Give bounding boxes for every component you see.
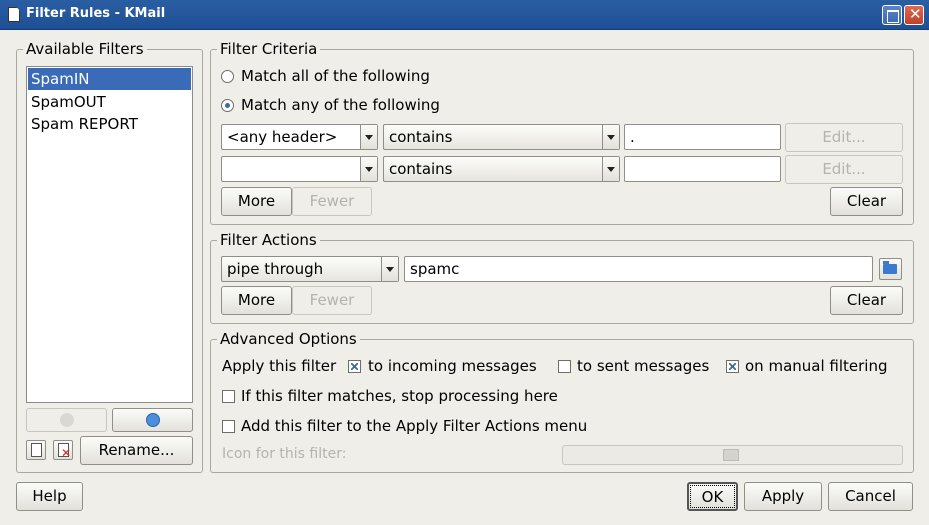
document-icon <box>8 7 20 22</box>
filter-actions-legend: Filter Actions <box>220 231 317 249</box>
icon-picker-button[interactable] <box>562 445 903 465</box>
add-to-menu-label: Add this filter to the Apply Filter Acti… <box>241 417 588 435</box>
filter-criteria-legend: Filter Criteria <box>220 40 318 58</box>
match-all-label: Match all of the following <box>241 67 430 85</box>
chevron-down-icon[interactable] <box>381 257 398 281</box>
match-any-radio[interactable] <box>221 99 234 112</box>
browse-button[interactable] <box>879 258 902 280</box>
incoming-checkbox[interactable] <box>348 360 361 373</box>
move-up-button[interactable] <box>26 408 107 432</box>
stop-processing-checkbox[interactable] <box>222 390 235 403</box>
rule-edit-button[interactable]: Edit... <box>785 123 903 152</box>
rule-edit-button[interactable]: Edit... <box>785 155 903 184</box>
cancel-button[interactable]: Cancel <box>828 482 913 511</box>
rule-field-value: <any header> <box>227 128 338 146</box>
rule-field-combo[interactable] <box>221 156 378 182</box>
incoming-label: to incoming messages <box>368 357 537 375</box>
apply-filter-label: Apply this filter <box>222 357 337 375</box>
criteria-more-button[interactable]: More <box>221 187 292 216</box>
action-type-combo[interactable]: pipe through <box>221 256 399 282</box>
match-all-radio[interactable] <box>221 70 234 83</box>
criteria-clear-button[interactable]: Clear <box>830 187 903 216</box>
chevron-down-icon[interactable] <box>602 125 619 149</box>
actions-clear-button[interactable]: Clear <box>830 286 903 315</box>
title-bar: Filter Rules - KMail ✕ <box>0 0 929 30</box>
ok-button[interactable]: OK <box>687 482 738 511</box>
filter-list[interactable]: SpamIN SpamOUT Spam REPORT <box>26 66 193 403</box>
action-type-value: pipe through <box>227 260 324 278</box>
rule-field-combo[interactable]: <any header> <box>221 124 378 150</box>
help-button[interactable]: Help <box>16 482 83 511</box>
sent-checkbox[interactable] <box>558 360 571 373</box>
move-down-button[interactable] <box>112 408 193 432</box>
filter-list-item[interactable]: SpamOUT <box>27 91 192 113</box>
folder-open-icon <box>883 261 897 274</box>
actions-fewer-button[interactable]: Fewer <box>292 286 372 315</box>
close-window-button[interactable]: ✕ <box>904 5 924 25</box>
arrow-up-icon <box>59 413 74 427</box>
icon-placeholder <box>723 449 739 461</box>
rule-operator-value: contains <box>389 128 453 146</box>
manual-label: on manual filtering <box>745 357 888 375</box>
add-to-menu-checkbox[interactable] <box>222 420 235 433</box>
rename-button[interactable]: Rename... <box>80 436 193 465</box>
filter-list-item[interactable]: Spam REPORT <box>27 113 192 135</box>
chevron-down-icon[interactable] <box>602 157 619 181</box>
sent-label: to sent messages <box>577 357 710 375</box>
icon-label: Icon for this filter: <box>222 446 347 462</box>
new-document-icon <box>31 443 42 457</box>
close-icon: ✕ <box>909 5 922 23</box>
chevron-down-icon[interactable] <box>360 125 377 149</box>
rule-value-input[interactable]: . <box>624 124 781 150</box>
arrow-down-icon <box>145 413 160 427</box>
window-title: Filter Rules - KMail <box>26 6 166 21</box>
match-any-label: Match any of the following <box>241 96 440 114</box>
maximize-button[interactable] <box>882 5 902 25</box>
actions-more-button[interactable]: More <box>221 286 292 315</box>
advanced-options-legend: Advanced Options <box>220 330 357 348</box>
new-filter-button[interactable] <box>26 440 46 460</box>
filter-list-item[interactable]: SpamIN <box>28 68 191 90</box>
rule-operator-combo[interactable]: contains <box>383 124 620 150</box>
available-filters-legend: Available Filters <box>26 40 144 58</box>
rule-operator-combo[interactable]: contains <box>383 156 620 182</box>
chevron-down-icon[interactable] <box>360 157 377 181</box>
criteria-fewer-button[interactable]: Fewer <box>292 187 372 216</box>
stop-processing-label: If this filter matches, stop processing … <box>241 387 558 405</box>
delete-filter-button[interactable]: ✕ <box>53 440 73 460</box>
rule-value-input[interactable] <box>624 156 781 182</box>
rule-operator-value: contains <box>389 160 453 178</box>
manual-checkbox[interactable] <box>726 360 739 373</box>
action-value-input[interactable]: spamc <box>404 256 873 282</box>
apply-button[interactable]: Apply <box>744 482 822 511</box>
